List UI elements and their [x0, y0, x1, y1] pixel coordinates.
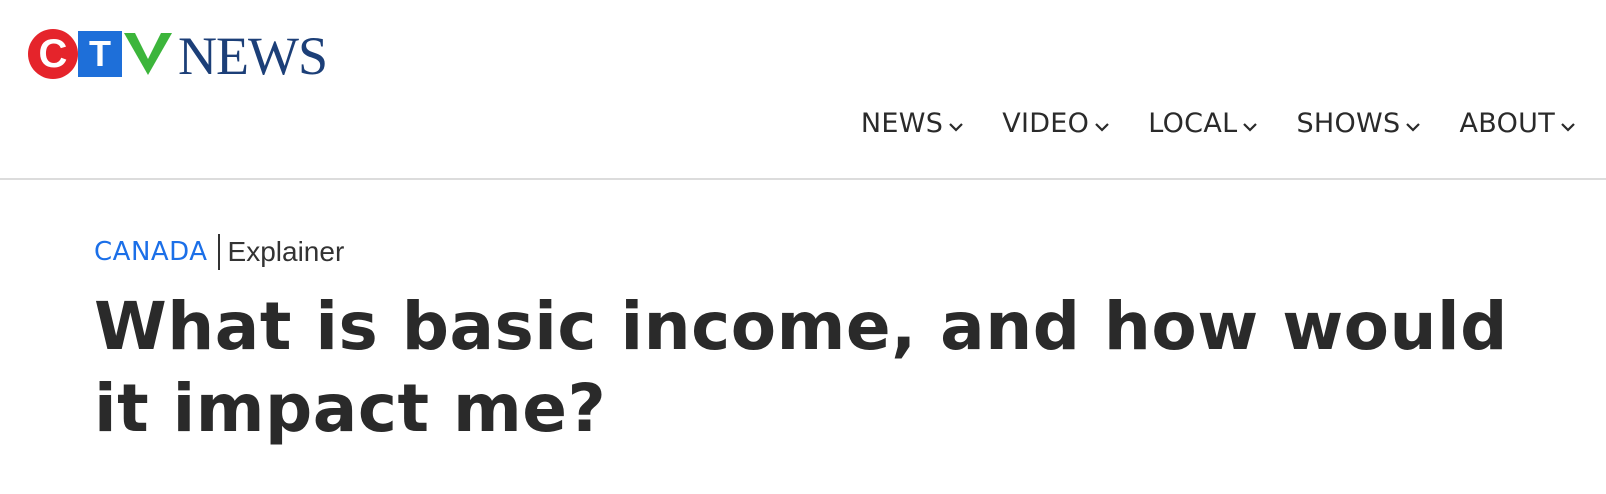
nav-item-label: NEWS	[860, 108, 944, 139]
main-nav: NEWS VIDEO LOCAL SHOWS ABOUT	[823, 108, 1576, 139]
nav-item-label: ABOUT	[1459, 108, 1555, 139]
chevron-down-icon	[1095, 122, 1110, 132]
nav-item-about[interactable]: ABOUT	[1459, 108, 1576, 139]
chevron-down-icon	[949, 122, 963, 132]
ctv-news-logo[interactable]: C T NEWS	[28, 24, 328, 86]
chevron-down-icon	[1561, 122, 1575, 132]
chevron-down-icon	[1406, 122, 1421, 132]
nav-item-video[interactable]: VIDEO	[1002, 108, 1110, 139]
section-link-canada[interactable]: CANADA	[94, 237, 208, 267]
nav-item-label: LOCAL	[1148, 108, 1238, 139]
nav-item-label: SHOWS	[1296, 108, 1401, 139]
nav-item-shows[interactable]: SHOWS	[1296, 108, 1421, 139]
article-type-label: Explainer	[227, 236, 345, 267]
kicker-divider	[217, 234, 220, 270]
nav-item-local[interactable]: LOCAL	[1148, 108, 1258, 139]
article-header: CANADA Explainer What is basic income, a…	[94, 232, 1544, 450]
nav-item-label: VIDEO	[1002, 108, 1090, 139]
nav-item-news[interactable]: NEWS	[861, 108, 964, 139]
article-kicker: CANADA Explainer	[94, 232, 1544, 272]
logo-letter-c: C	[28, 29, 78, 79]
article-headline: What is basic income, and how would it i…	[94, 288, 1508, 447]
logo-wordmark: NEWS	[178, 26, 328, 86]
logo-letter-v-icon	[122, 31, 174, 77]
logo-letter-t: T	[78, 31, 122, 77]
site-header: C T NEWS NEWS VIDEO LOCAL SHOWS ABOUT	[0, 0, 1606, 180]
chevron-down-icon	[1243, 122, 1258, 132]
